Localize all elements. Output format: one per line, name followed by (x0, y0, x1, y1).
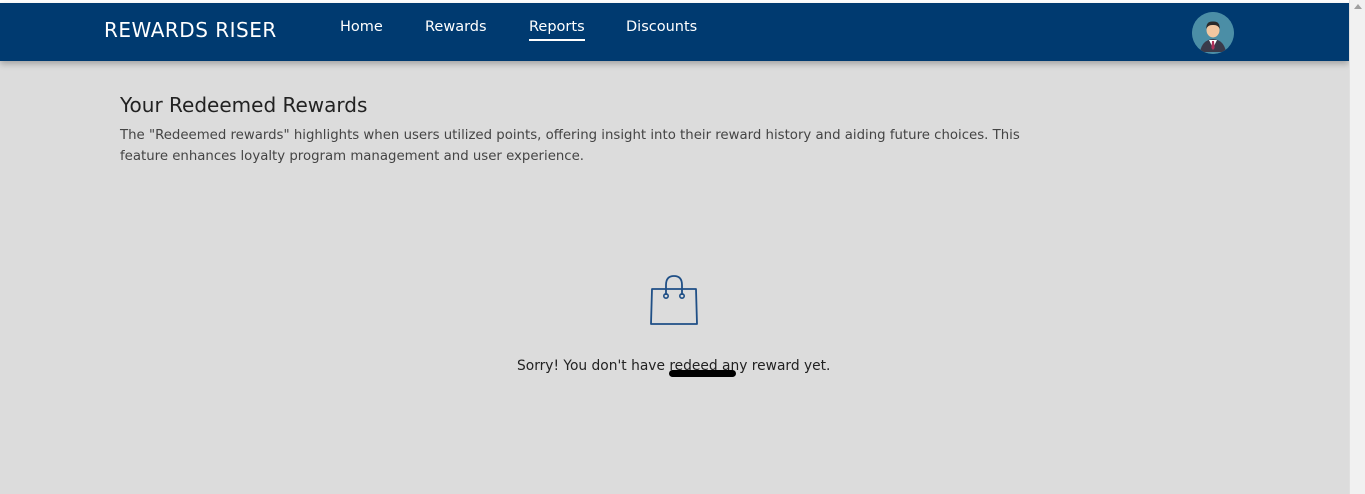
nav-reports[interactable]: Reports (529, 19, 585, 41)
scroll-up-arrow-icon[interactable] (1354, 4, 1362, 9)
shopping-bag-icon (650, 275, 698, 325)
avatar-icon (1192, 12, 1234, 54)
nav-home[interactable]: Home (340, 19, 383, 35)
nav-discounts[interactable]: Discounts (626, 19, 697, 35)
brand-logo[interactable]: REWARDS RISER (104, 18, 277, 42)
user-avatar[interactable] (1192, 12, 1234, 54)
page-description: The "Redeemed rewards" highlights when u… (120, 128, 1020, 164)
nav-rewards[interactable]: Rewards (425, 19, 487, 35)
page: REWARDS RISER Home Rewards Reports Disco… (0, 0, 1349, 494)
page-title: Your Redeemed Rewards (120, 93, 368, 117)
vertical-scrollbar[interactable] (1349, 0, 1365, 494)
redaction-mark (669, 370, 736, 377)
navbar: REWARDS RISER Home Rewards Reports Disco… (0, 3, 1349, 61)
